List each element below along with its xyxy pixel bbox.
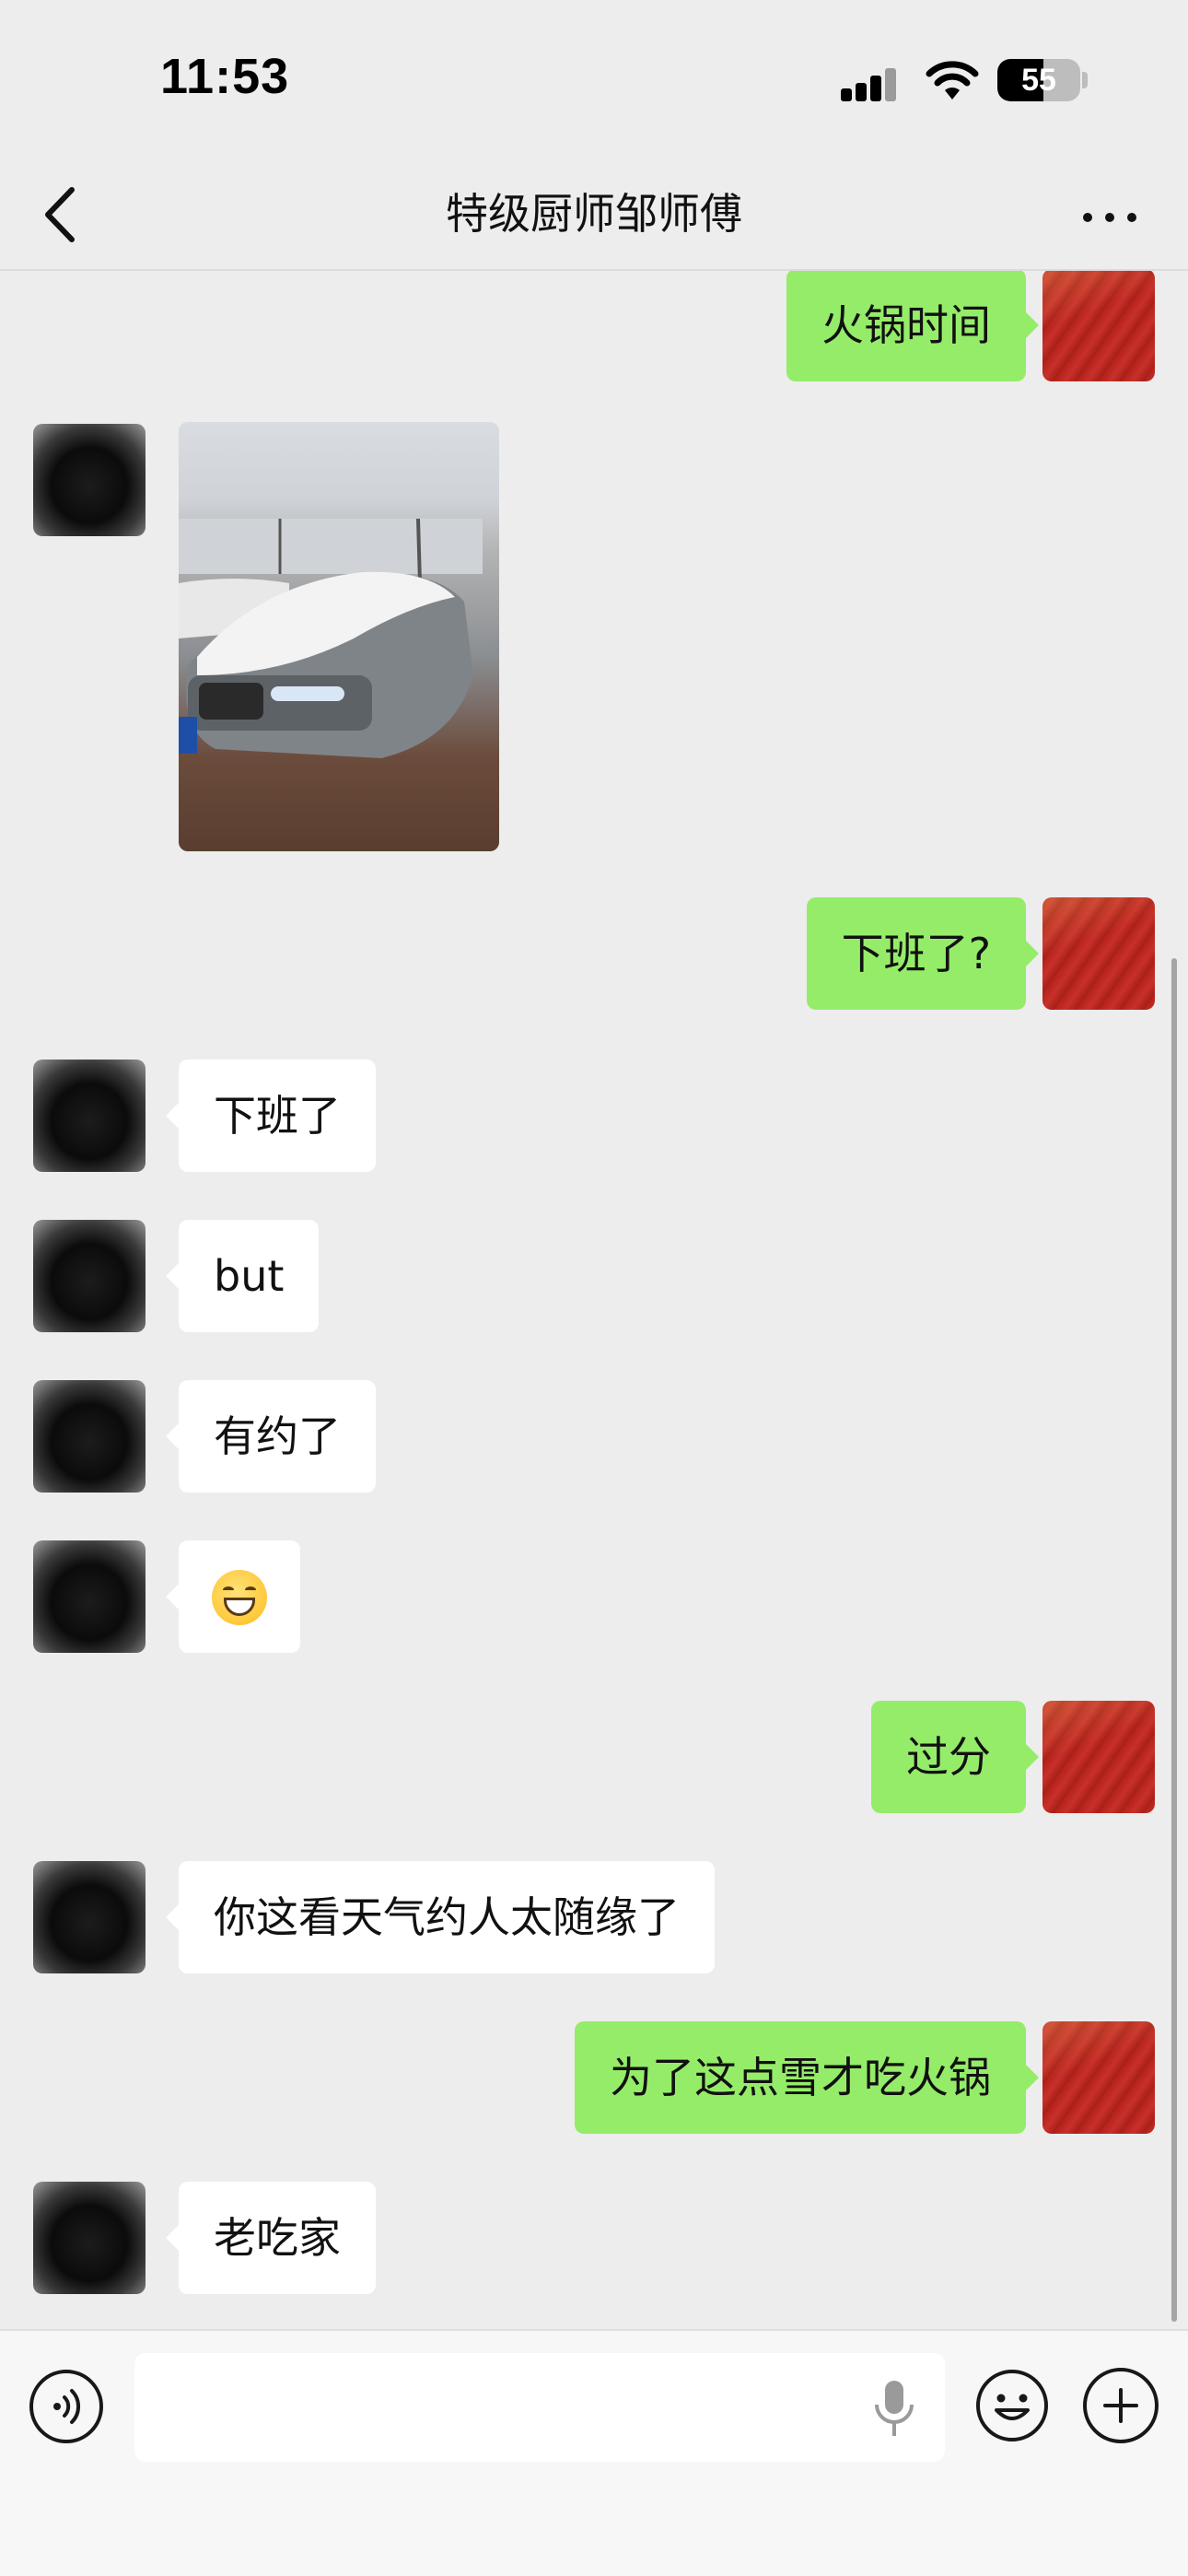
contact-avatar[interactable] xyxy=(33,1861,146,1973)
message-bubble-outgoing[interactable]: 下班了? xyxy=(806,897,1040,1010)
my-avatar[interactable] xyxy=(1042,1701,1155,1813)
battery-cap xyxy=(1082,72,1088,88)
cellular-signal-icon xyxy=(841,64,905,101)
voice-button[interactable] xyxy=(29,2370,103,2443)
plus-button[interactable] xyxy=(1083,2368,1159,2443)
status-bar: 11:53 55 xyxy=(0,0,1188,157)
message-bubble-incoming[interactable]: but xyxy=(165,1220,320,1332)
message-bubble-incoming[interactable]: 有约了 xyxy=(166,1380,376,1493)
status-time: 11:53 xyxy=(160,49,290,104)
message-list[interactable]: 火锅时间 下班了? 下班了 but 有约了 过分 你这看天气约人太随缘了 为了这… xyxy=(0,271,1188,2329)
chat-title: 特级厨师邹师傅 xyxy=(446,189,742,239)
message-bubble-incoming[interactable]: 你这看天气约人太随缘了 xyxy=(166,1861,715,1973)
battery-level: 55 xyxy=(1021,63,1056,98)
message-bubble-outgoing[interactable]: 为了这点雪才吃火锅 xyxy=(575,2021,1039,2134)
voice-icon xyxy=(53,2389,81,2424)
message-bubble-outgoing[interactable]: 过分 xyxy=(871,1701,1039,1813)
grinning-face-emoji xyxy=(212,1569,267,1625)
contact-avatar[interactable] xyxy=(33,2182,146,2294)
chat-scrollbar[interactable] xyxy=(1171,958,1177,2322)
my-avatar[interactable] xyxy=(1042,2021,1155,2134)
my-avatar[interactable] xyxy=(1042,271,1155,381)
message-input[interactable] xyxy=(134,2353,945,2462)
input-bar xyxy=(0,2329,1188,2576)
contact-avatar[interactable] xyxy=(33,1060,146,1172)
message-bubble-incoming[interactable]: 下班了 xyxy=(166,1060,376,1172)
contact-avatar[interactable] xyxy=(33,1540,146,1653)
contact-avatar[interactable] xyxy=(33,1220,146,1332)
contact-avatar[interactable] xyxy=(33,1380,146,1493)
contact-avatar[interactable] xyxy=(33,424,146,536)
wifi-icon xyxy=(926,61,979,100)
message-bubble-incoming[interactable] xyxy=(166,1540,300,1653)
battery-icon: 55 xyxy=(997,59,1080,101)
message-bubble-incoming[interactable]: 老吃家 xyxy=(166,2182,376,2294)
emoji-button[interactable] xyxy=(974,2368,1050,2443)
my-avatar[interactable] xyxy=(1042,897,1155,1010)
microphone-icon[interactable] xyxy=(871,2379,917,2438)
message-bubble-outgoing[interactable]: 火锅时间 xyxy=(786,271,1039,381)
image-message[interactable] xyxy=(179,422,499,851)
car-photo xyxy=(179,519,483,758)
chat-header: 特级厨师邹师傅 xyxy=(0,157,1188,271)
more-button[interactable] xyxy=(1077,193,1142,240)
